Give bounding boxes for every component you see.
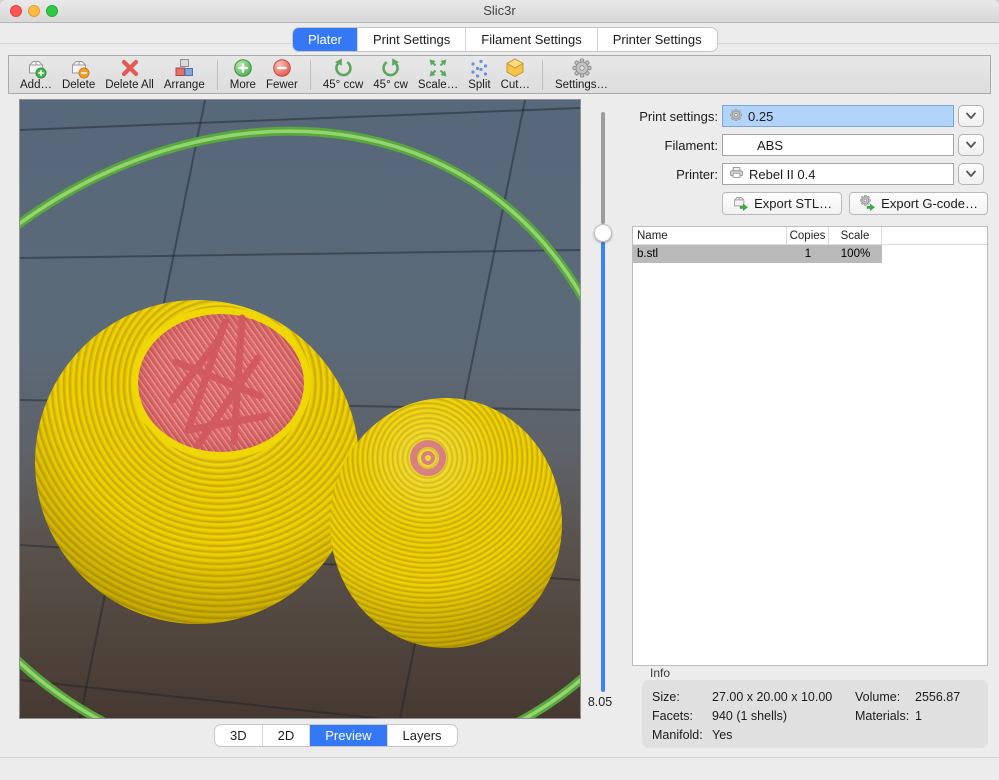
- window-title: Slic3r: [0, 0, 999, 22]
- tab-preview[interactable]: Preview: [310, 725, 387, 746]
- split-icon: [468, 57, 490, 79]
- column-header-copies[interactable]: Copies: [787, 227, 829, 244]
- viewport-3d[interactable]: [19, 99, 581, 719]
- printer-icon: [729, 165, 744, 183]
- layer-slider-thumb[interactable]: [594, 224, 612, 242]
- tab-3d[interactable]: 3D: [215, 725, 263, 746]
- printer-dropdown-button[interactable]: [958, 163, 984, 185]
- export-gcode-icon: [859, 194, 876, 214]
- materials-label: Materials:: [855, 709, 915, 723]
- column-header-name[interactable]: Name: [633, 227, 787, 244]
- layer-slider[interactable]: [588, 100, 618, 718]
- chevron-down-icon: [965, 165, 977, 183]
- arrange-button[interactable]: Arrange: [164, 57, 205, 92]
- delete-all-icon: [119, 57, 141, 79]
- fewer-icon: [271, 57, 293, 79]
- split-button[interactable]: Split: [468, 57, 490, 92]
- arrange-icon: [173, 57, 195, 79]
- rotate-ccw-button[interactable]: 45° ccw: [323, 57, 363, 92]
- column-header-scale[interactable]: Scale: [829, 227, 882, 244]
- info-section-title: Info: [650, 666, 670, 680]
- filament-dropdown-button[interactable]: [958, 134, 984, 156]
- manifold-value: Yes: [712, 728, 855, 742]
- filament-value: ABS: [757, 138, 783, 153]
- export-gcode-button[interactable]: Export G-code…: [849, 192, 988, 215]
- more-copies-button[interactable]: More: [230, 57, 256, 92]
- size-value: 27.00 x 20.00 x 10.00: [712, 690, 855, 704]
- title-bar: Slic3r: [0, 0, 999, 23]
- gear-icon: [729, 108, 743, 125]
- cell-scale: 100%: [829, 248, 882, 260]
- print-settings-label: Print settings:: [630, 109, 722, 124]
- toolbar-separator: [310, 60, 311, 90]
- printed-object-small-dome: [330, 398, 562, 648]
- more-icon: [232, 57, 254, 79]
- main-tab-bar: Plater Print Settings Filament Settings …: [293, 28, 717, 51]
- layer-slider-track-upper[interactable]: [601, 112, 605, 224]
- rotate-cw-icon: [380, 57, 402, 79]
- print-settings-value: 0.25: [748, 109, 773, 124]
- tab-layers[interactable]: Layers: [388, 725, 457, 746]
- printer-value: Rebel II 0.4: [749, 167, 816, 182]
- toolbar-separator: [217, 60, 218, 90]
- table-row[interactable]: b.stl 1 100%: [633, 245, 882, 263]
- printer-row: Printer: Rebel II 0.4: [630, 163, 990, 185]
- cut-button[interactable]: Cut…: [501, 57, 530, 92]
- cut-icon: [504, 57, 526, 79]
- materials-value: 1: [915, 709, 922, 723]
- print-settings-combo[interactable]: 0.25: [722, 105, 954, 127]
- print-settings-dropdown-button[interactable]: [958, 105, 984, 127]
- toolbar-separator: [542, 60, 543, 90]
- scale-icon: [427, 57, 449, 79]
- printer-label: Printer:: [630, 167, 722, 182]
- scale-button[interactable]: Scale…: [418, 57, 458, 92]
- tab-printer-settings[interactable]: Printer Settings: [598, 28, 717, 51]
- tab-plater[interactable]: Plater: [293, 28, 358, 51]
- export-buttons-row: Export STL… Export G-code…: [630, 192, 988, 215]
- cell-name: b.stl: [633, 248, 787, 260]
- cell-copies: 1: [787, 248, 829, 260]
- print-settings-row: Print settings: 0.25: [630, 105, 990, 127]
- slic3r-window: Slic3r Plater Print Settings Filament Se…: [0, 0, 999, 780]
- filament-row: Filament: ABS: [630, 134, 990, 156]
- view-tab-bar: 3D 2D Preview Layers: [215, 725, 457, 746]
- bottom-divider: [0, 757, 999, 758]
- add-object-icon: [25, 57, 47, 79]
- facets-value: 940 (1 shells): [712, 709, 855, 723]
- filament-combo[interactable]: ABS: [722, 134, 954, 156]
- object-list-header: Name Copies Scale: [633, 227, 987, 245]
- fewer-copies-button[interactable]: Fewer: [266, 57, 298, 92]
- size-label: Size:: [652, 690, 712, 704]
- delete-all-button[interactable]: Delete All: [105, 57, 154, 92]
- volume-value: 2556.87: [915, 690, 960, 704]
- gear-icon: [571, 57, 593, 79]
- delete-button[interactable]: Delete: [62, 57, 95, 92]
- info-panel: Size: 27.00 x 20.00 x 10.00 Volume: 2556…: [642, 680, 988, 748]
- add-button[interactable]: Add…: [20, 57, 52, 92]
- rotate-cw-button[interactable]: 45° cw: [373, 57, 408, 92]
- layer-slider-track-lower[interactable]: [601, 242, 605, 692]
- printer-combo[interactable]: Rebel II 0.4: [722, 163, 954, 185]
- manifold-label: Manifold:: [652, 728, 712, 742]
- tab-2d[interactable]: 2D: [263, 725, 311, 746]
- export-stl-icon: [732, 194, 749, 214]
- facets-label: Facets:: [652, 709, 712, 723]
- object-list: Name Copies Scale b.stl 1 100%: [632, 226, 988, 666]
- plater-toolbar: Add… Delete Delete All Arrange: [8, 55, 991, 94]
- volume-label: Volume:: [855, 690, 915, 704]
- layer-height-value: 8.05: [580, 695, 620, 709]
- rotate-ccw-icon: [332, 57, 354, 79]
- chevron-down-icon: [965, 136, 977, 154]
- settings-button[interactable]: Settings…: [555, 57, 608, 92]
- delete-object-icon: [68, 57, 90, 79]
- tab-print-settings[interactable]: Print Settings: [358, 28, 466, 51]
- export-stl-button[interactable]: Export STL…: [722, 192, 842, 215]
- small-dome-infill-dot: [421, 451, 435, 465]
- filament-label: Filament:: [630, 138, 722, 153]
- tab-filament-settings[interactable]: Filament Settings: [466, 28, 597, 51]
- chevron-down-icon: [965, 107, 977, 125]
